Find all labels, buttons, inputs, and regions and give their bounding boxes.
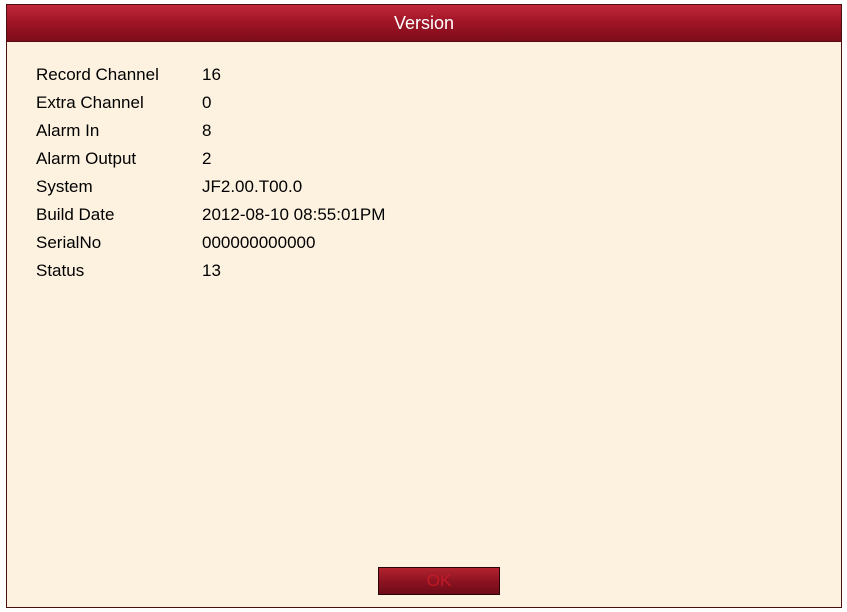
info-value: 16 bbox=[202, 65, 221, 84]
info-value: 0 bbox=[202, 93, 212, 112]
info-row-extra-channel: Extra Channel 0 bbox=[36, 91, 211, 115]
info-row-record-channel: Record Channel 16 bbox=[36, 63, 221, 87]
info-row-alarm-in: Alarm In 8 bbox=[36, 119, 211, 143]
info-label: System bbox=[36, 177, 93, 196]
info-value: 2 bbox=[202, 149, 212, 168]
info-label: SerialNo bbox=[36, 233, 102, 252]
ok-button[interactable]: OK bbox=[378, 567, 500, 595]
info-row-alarm-output: Alarm Output 2 bbox=[36, 147, 211, 171]
info-value: 2012-08-10 08:55:01PM bbox=[202, 205, 386, 224]
info-row-serial-no: SerialNo 000000000000 bbox=[36, 231, 315, 255]
version-dialog: Version Record Channel 16 Extra Channel 0 … bbox=[6, 4, 842, 608]
info-label: Extra Channel bbox=[36, 93, 144, 112]
info-label: Alarm In bbox=[36, 121, 100, 140]
info-value: 8 bbox=[202, 121, 212, 140]
info-label: Status bbox=[36, 261, 85, 280]
info-value: 13 bbox=[202, 261, 221, 280]
info-row-build-date: Build Date 2012-08-10 08:55:01PM bbox=[36, 203, 385, 227]
info-value: 000000000000 bbox=[202, 233, 316, 252]
info-label: Build Date bbox=[36, 205, 115, 224]
info-row-system: System JF2.00.T00.0 bbox=[36, 175, 302, 199]
info-row-status: Status 13 bbox=[36, 259, 221, 283]
info-value: JF2.00.T00.0 bbox=[202, 177, 303, 196]
info-label: Alarm Output bbox=[36, 149, 137, 168]
dialog-title: Version bbox=[7, 5, 841, 42]
info-label: Record Channel bbox=[36, 65, 159, 84]
